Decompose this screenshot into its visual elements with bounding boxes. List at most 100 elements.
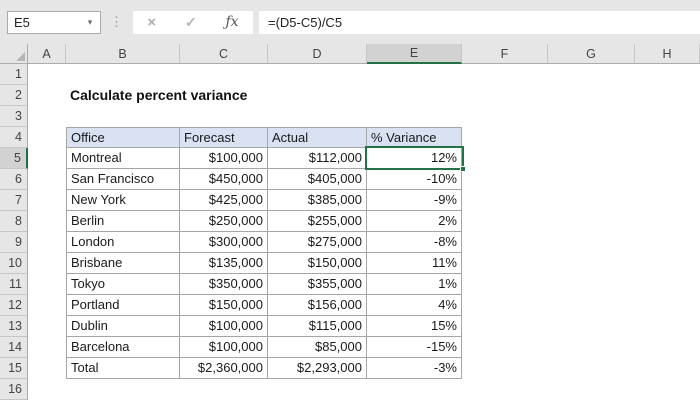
cell-G8[interactable] xyxy=(548,211,635,232)
cell-B8[interactable]: Berlin xyxy=(66,211,180,232)
cell-D8[interactable]: $255,000 xyxy=(268,211,367,232)
cell-B7[interactable]: New York xyxy=(66,190,180,211)
cell-B4[interactable]: Office xyxy=(66,127,180,148)
row-header-5[interactable]: 5 xyxy=(0,148,28,169)
cell-E13[interactable]: 15% xyxy=(367,316,462,337)
cell-F2[interactable] xyxy=(462,85,548,106)
column-header-B[interactable]: B xyxy=(66,44,180,64)
cell-A2[interactable] xyxy=(28,85,66,106)
select-all-button[interactable] xyxy=(0,44,28,64)
cell-E10[interactable]: 11% xyxy=(367,253,462,274)
cell-B14[interactable]: Barcelona xyxy=(66,337,180,358)
row-header-4[interactable]: 4 xyxy=(0,127,28,148)
cell-B10[interactable]: Brisbane xyxy=(66,253,180,274)
cell-H15[interactable] xyxy=(635,358,700,379)
cell-F14[interactable] xyxy=(462,337,548,358)
cell-G5[interactable] xyxy=(548,148,635,169)
cell-F9[interactable] xyxy=(462,232,548,253)
cell-H7[interactable] xyxy=(635,190,700,211)
cell-H4[interactable] xyxy=(635,127,700,148)
cell-E12[interactable]: 4% xyxy=(367,295,462,316)
cell-G14[interactable] xyxy=(548,337,635,358)
cell-C4[interactable]: Forecast xyxy=(180,127,268,148)
cell-E7[interactable]: -9% xyxy=(367,190,462,211)
cell-C7[interactable]: $425,000 xyxy=(180,190,268,211)
row-header-16[interactable]: 16 xyxy=(0,379,28,400)
cell-A11[interactable] xyxy=(28,274,66,295)
cell-B15[interactable]: Total xyxy=(66,358,180,379)
cell-H11[interactable] xyxy=(635,274,700,295)
cell-F12[interactable] xyxy=(462,295,548,316)
cell-H2[interactable] xyxy=(635,85,700,106)
cell-H14[interactable] xyxy=(635,337,700,358)
cell-F8[interactable] xyxy=(462,211,548,232)
cell-C5[interactable]: $100,000 xyxy=(180,148,268,169)
cell-D16[interactable] xyxy=(268,379,367,400)
cell-F16[interactable] xyxy=(462,379,548,400)
row-header-11[interactable]: 11 xyxy=(0,274,28,295)
cell-C8[interactable]: $250,000 xyxy=(180,211,268,232)
cell-F11[interactable] xyxy=(462,274,548,295)
cell-E6[interactable]: -10% xyxy=(367,169,462,190)
cell-B9[interactable]: London xyxy=(66,232,180,253)
cell-H9[interactable] xyxy=(635,232,700,253)
row-header-12[interactable]: 12 xyxy=(0,295,28,316)
cell-E14[interactable]: -15% xyxy=(367,337,462,358)
cell-H13[interactable] xyxy=(635,316,700,337)
cell-B13[interactable]: Dublin xyxy=(66,316,180,337)
cell-A6[interactable] xyxy=(28,169,66,190)
cell-F15[interactable] xyxy=(462,358,548,379)
enter-icon[interactable]: ✓ xyxy=(185,14,197,31)
cell-E4[interactable]: % Variance xyxy=(367,127,462,148)
cell-G2[interactable] xyxy=(548,85,635,106)
cell-D7[interactable]: $385,000 xyxy=(268,190,367,211)
cell-G10[interactable] xyxy=(548,253,635,274)
cell-D9[interactable]: $275,000 xyxy=(268,232,367,253)
cell-C3[interactable] xyxy=(180,106,268,127)
cell-A14[interactable] xyxy=(28,337,66,358)
cell-E2[interactable] xyxy=(367,85,462,106)
cell-D2[interactable] xyxy=(268,85,367,106)
cell-E15[interactable]: -3% xyxy=(367,358,462,379)
cell-C10[interactable]: $135,000 xyxy=(180,253,268,274)
column-header-D[interactable]: D xyxy=(268,44,367,64)
cell-A13[interactable] xyxy=(28,316,66,337)
cell-H6[interactable] xyxy=(635,169,700,190)
cell-G16[interactable] xyxy=(548,379,635,400)
cell-H5[interactable] xyxy=(635,148,700,169)
row-header-8[interactable]: 8 xyxy=(0,211,28,232)
cell-B16[interactable] xyxy=(66,379,180,400)
cell-C9[interactable]: $300,000 xyxy=(180,232,268,253)
formula-input[interactable]: =(D5-C5)/C5 xyxy=(259,10,700,34)
row-header-13[interactable]: 13 xyxy=(0,316,28,337)
cell-G6[interactable] xyxy=(548,169,635,190)
cell-A9[interactable] xyxy=(28,232,66,253)
cell-G1[interactable] xyxy=(548,64,635,85)
cell-A8[interactable] xyxy=(28,211,66,232)
cell-D12[interactable]: $156,000 xyxy=(268,295,367,316)
cell-C15[interactable]: $2,360,000 xyxy=(180,358,268,379)
cell-F13[interactable] xyxy=(462,316,548,337)
cell-C12[interactable]: $150,000 xyxy=(180,295,268,316)
cell-B11[interactable]: Tokyo xyxy=(66,274,180,295)
row-header-9[interactable]: 9 xyxy=(0,232,28,253)
cell-D1[interactable] xyxy=(268,64,367,85)
cell-F4[interactable] xyxy=(462,127,548,148)
cell-H12[interactable] xyxy=(635,295,700,316)
cell-B3[interactable] xyxy=(66,106,180,127)
row-header-14[interactable]: 14 xyxy=(0,337,28,358)
cell-E16[interactable] xyxy=(367,379,462,400)
cell-D11[interactable]: $355,000 xyxy=(268,274,367,295)
cell-C14[interactable]: $100,000 xyxy=(180,337,268,358)
cell-A7[interactable] xyxy=(28,190,66,211)
cell-D14[interactable]: $85,000 xyxy=(268,337,367,358)
column-header-G[interactable]: G xyxy=(548,44,635,64)
cell-F5[interactable] xyxy=(462,148,548,169)
cell-E3[interactable] xyxy=(367,106,462,127)
row-header-10[interactable]: 10 xyxy=(0,253,28,274)
cell-D10[interactable]: $150,000 xyxy=(268,253,367,274)
cell-C1[interactable] xyxy=(180,64,268,85)
cell-A1[interactable] xyxy=(28,64,66,85)
cell-D5[interactable]: $112,000 xyxy=(268,148,367,169)
cell-B1[interactable] xyxy=(66,64,180,85)
